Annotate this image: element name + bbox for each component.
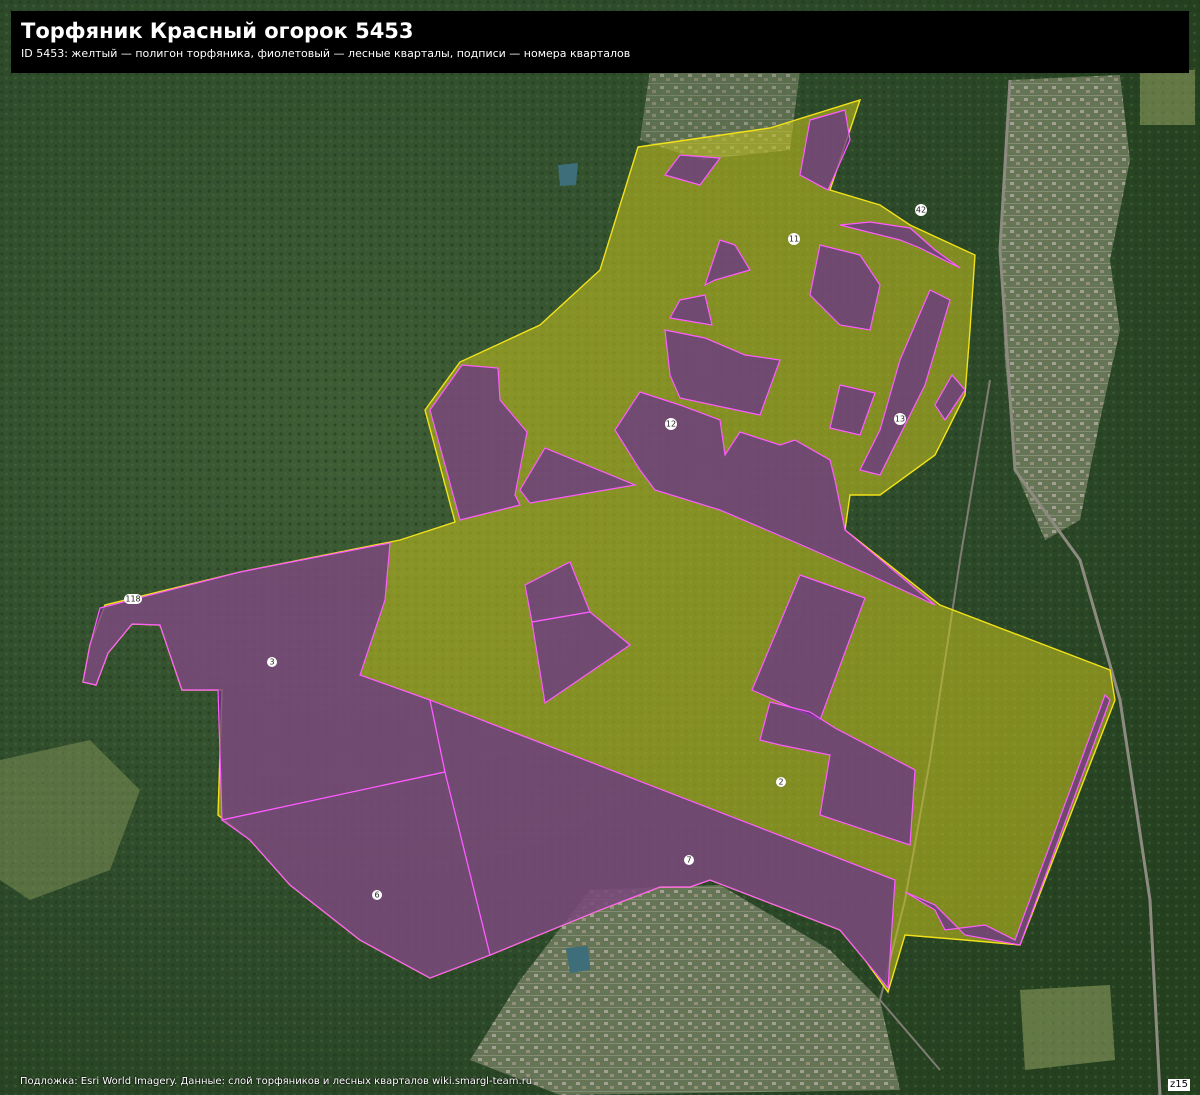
quarter-label-7[interactable]: 7 bbox=[684, 855, 694, 865]
map-title: Торфяник Красный огорок 5453 bbox=[21, 19, 414, 43]
quarter-label-11[interactable]: 11 bbox=[788, 233, 800, 245]
quarter-label-text: 118 bbox=[125, 595, 140, 604]
map-canvas[interactable]: 3 6 7 2 11 12 13 42 118 bbox=[0, 0, 1200, 1095]
quarter-label-6[interactable]: 6 bbox=[372, 890, 382, 900]
pond bbox=[566, 946, 590, 973]
quarter-label-42[interactable]: 42 bbox=[915, 204, 927, 216]
quarter-label-text: 7 bbox=[686, 856, 691, 865]
quarter-label-text: 2 bbox=[778, 778, 783, 787]
quarter-label-2[interactable]: 2 bbox=[776, 777, 786, 787]
quarter-label-13[interactable]: 13 bbox=[894, 413, 906, 425]
quarter-label-text: 6 bbox=[374, 891, 379, 900]
title-panel: Торфяник Красный огорок 5453 ID 5453: же… bbox=[11, 11, 1189, 73]
quarter-label-text: 42 bbox=[916, 206, 926, 215]
map-subtitle: ID 5453: желтый — полигон торфяника, фио… bbox=[21, 47, 631, 60]
pond-north bbox=[558, 163, 578, 186]
quarter-label-text: 11 bbox=[789, 235, 799, 244]
quarter-label-text: 13 bbox=[895, 415, 905, 424]
quarter-label-12[interactable]: 12 bbox=[665, 418, 677, 430]
field-northeast bbox=[1140, 70, 1195, 125]
quarter-label-3[interactable]: 3 bbox=[267, 657, 277, 667]
quarter-label-118[interactable]: 118 bbox=[124, 594, 142, 604]
quarter-label-text: 3 bbox=[269, 658, 274, 667]
attribution-text: Подложка: Esri World Imagery. Данные: сл… bbox=[20, 1076, 533, 1087]
quarter-label-text: 12 bbox=[666, 420, 676, 429]
zoom-level: z15 bbox=[1168, 1079, 1190, 1091]
field-southeast bbox=[1020, 985, 1115, 1070]
